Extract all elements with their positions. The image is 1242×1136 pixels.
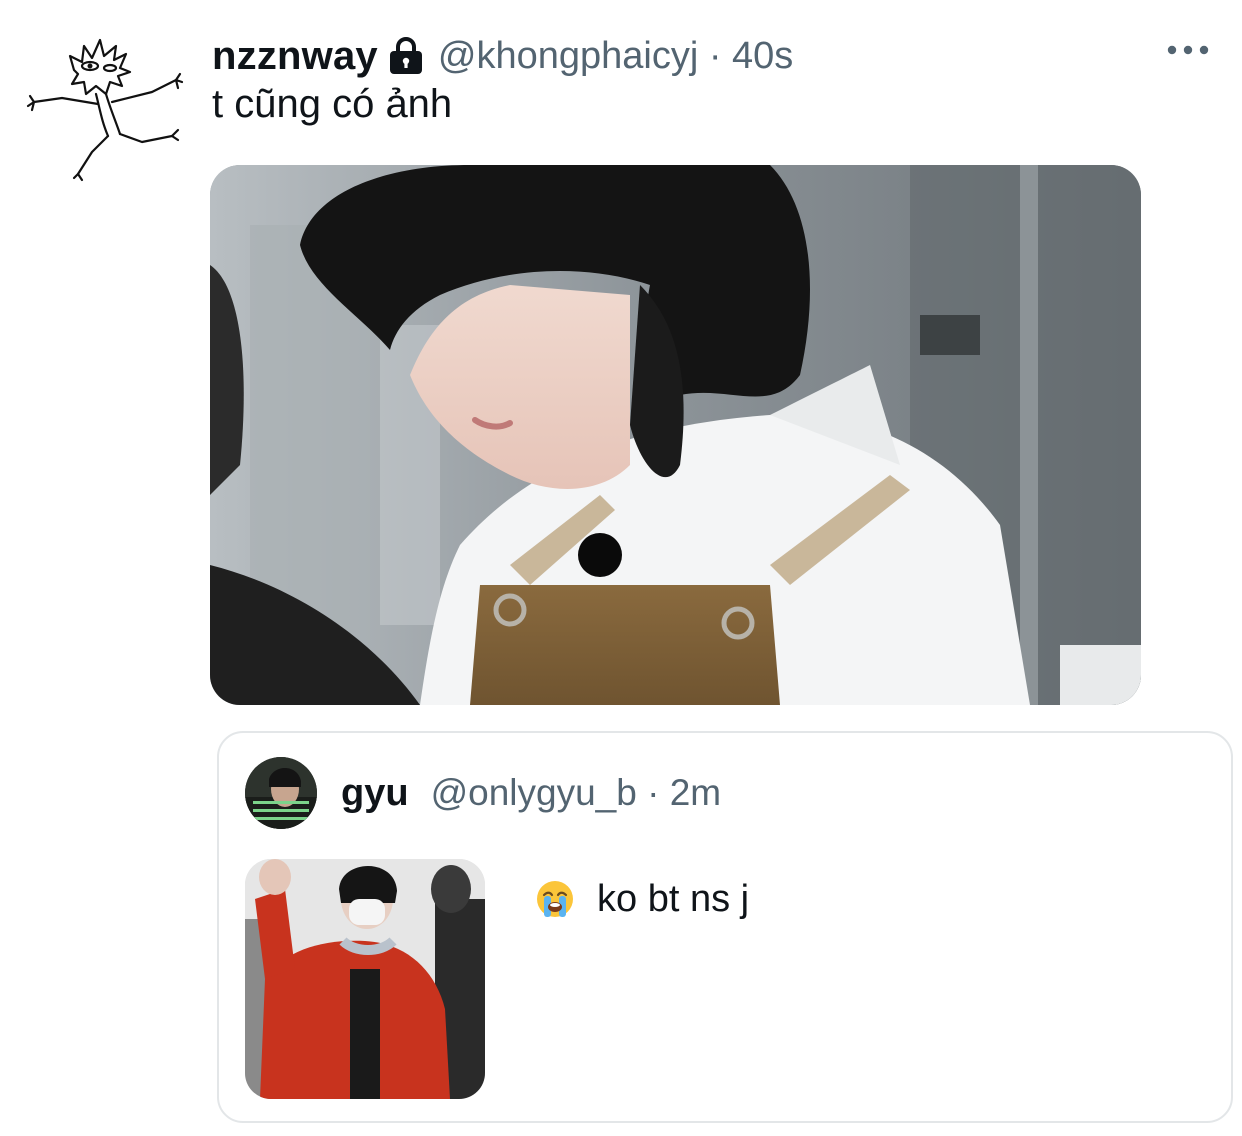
quoted-photo[interactable] [245,859,485,1099]
tweet[interactable]: nzznway @khongphaicyj · 40s t cũng có ản… [0,0,1242,1136]
tweet-photo[interactable] [210,165,1141,705]
quoted-header: gyu @onlygyu_b · 2m [341,769,721,817]
handle-and-time[interactable]: @khongphaicyj · 40s [438,35,793,78]
lock-icon [388,36,424,76]
display-name[interactable]: nzznway [212,34,378,79]
avatar[interactable] [22,18,192,188]
quoted-text-line: ko bt ns j [535,873,749,925]
quoted-display-name[interactable]: gyu [341,772,409,815]
quoted-text: ko bt ns j [597,877,750,920]
tweet-text: t cũng có ảnh [212,82,453,126]
quoted-tweet[interactable]: gyu @onlygyu_b · 2m ko bt ns j [217,731,1233,1123]
quoted-handle-and-time[interactable]: @onlygyu_b · 2m [431,772,722,814]
loudly-crying-face-icon [535,879,575,919]
tweet-header: nzznway @khongphaicyj · 40s [212,30,793,82]
quoted-avatar[interactable] [245,757,317,829]
more-horizontal-icon[interactable] [1166,40,1210,60]
